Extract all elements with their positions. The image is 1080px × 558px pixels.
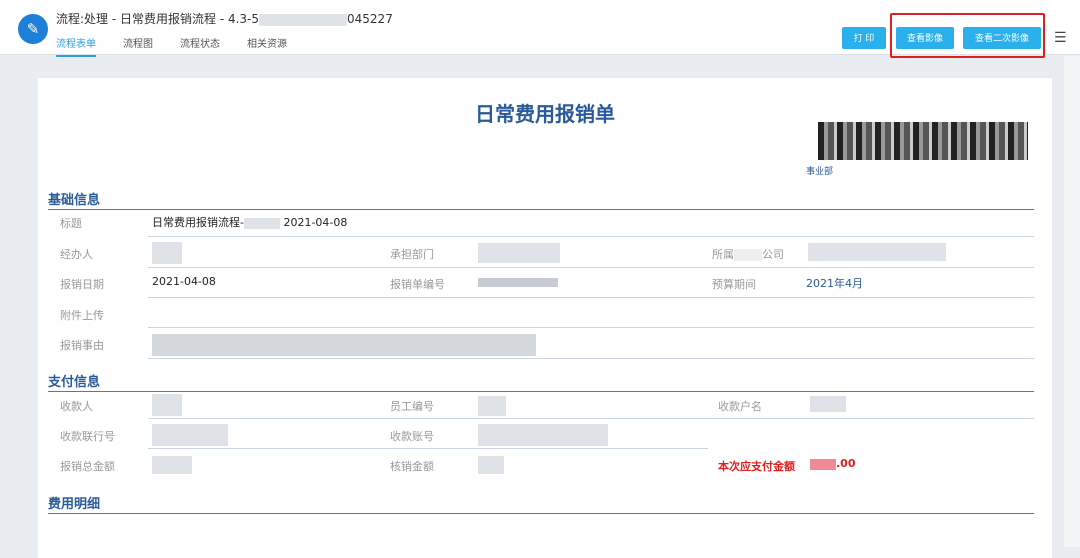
redacted-block — [152, 334, 536, 356]
tab-resources[interactable]: 相关资源 — [247, 35, 287, 57]
tab-bar: 流程表单 流程图 流程状态 相关资源 — [56, 35, 314, 57]
subject-label: 标题 — [60, 217, 82, 230]
title-prefix: 流程:处理 - 日常费用报销流程 - 4.3-5 — [56, 12, 260, 26]
redacted-block — [478, 424, 608, 446]
total-label: 报销总金额 — [60, 460, 115, 473]
date-value: 2021-04-08 — [152, 275, 216, 288]
scrollbar[interactable] — [1064, 56, 1080, 547]
redacted-block — [808, 243, 946, 261]
redacted-block — [810, 458, 836, 470]
date-label: 报销日期 — [60, 278, 104, 291]
redacted-block — [152, 424, 228, 446]
reason-label: 报销事由 — [60, 339, 104, 352]
tab-form[interactable]: 流程表单 — [56, 35, 96, 57]
number-label: 报销单编号 — [390, 278, 445, 291]
dept-field-label: 承担部门 — [390, 248, 434, 261]
redacted-block — [152, 394, 182, 416]
period-label: 预算期间 — [712, 278, 756, 291]
form-card: 日常费用报销单 事业部 基础信息 标题 日常费用报销流程- 2021-04-08… — [38, 78, 1052, 558]
page-title: 流程:处理 - 日常费用报销流程 - 4.3-5 045227 — [56, 10, 393, 27]
bank-no-label: 收款联行号 — [60, 430, 115, 443]
divider — [148, 267, 1034, 268]
company-label-a: 所属 — [712, 248, 734, 261]
attach-label: 附件上传 — [60, 309, 104, 322]
app-logo-icon: ✎ — [18, 14, 48, 44]
company-label-b: 公司 — [762, 248, 784, 261]
emp-no-label: 员工编号 — [390, 400, 434, 413]
subject-value: 日常费用报销流程- 2021-04-08 — [152, 214, 347, 230]
payee-label: 收款人 — [60, 400, 93, 413]
header: ✎ 流程:处理 - 日常费用报销流程 - 4.3-5 045227 流程表单 流程… — [0, 0, 1080, 58]
redacted-block — [478, 396, 506, 416]
redacted-block — [152, 456, 192, 474]
list-menu-icon[interactable]: ☰ — [1054, 30, 1067, 46]
divider — [148, 418, 1034, 419]
subject-prefix: 日常费用报销流程- — [152, 216, 244, 229]
divider — [148, 448, 708, 449]
redacted-block — [478, 278, 558, 287]
redacted-block — [259, 13, 348, 26]
company-label: 所属 公司 — [712, 246, 784, 262]
pay-label: 本次应支付金额 — [718, 460, 795, 473]
divider — [148, 327, 1034, 328]
redacted-block — [734, 249, 762, 261]
handler-label: 经办人 — [60, 248, 93, 261]
redacted-block — [810, 396, 846, 412]
account-label: 收款账号 — [390, 430, 434, 443]
dept-label: 事业部 — [806, 167, 834, 177]
barcode — [818, 122, 1028, 160]
redacted-block — [243, 217, 280, 229]
section-details: 费用明细 — [48, 493, 1034, 514]
tab-flowchart[interactable]: 流程图 — [123, 35, 153, 57]
account-name-label: 收款户名 — [718, 400, 762, 413]
tab-status[interactable]: 流程状态 — [180, 35, 220, 57]
pay-value: .00 — [810, 457, 856, 470]
pay-suffix: .00 — [836, 457, 856, 470]
redacted-block — [478, 456, 504, 474]
divider — [148, 297, 1034, 298]
section-payment: 支付信息 — [48, 371, 1034, 392]
title-suffix: 045227 — [347, 12, 393, 26]
redacted-block — [478, 243, 560, 263]
print-button[interactable]: 打 印 — [842, 27, 886, 49]
redacted-block — [152, 242, 182, 264]
highlight-box — [890, 13, 1045, 58]
writeoff-label: 核销金额 — [390, 460, 434, 473]
divider — [148, 236, 1034, 237]
divider — [148, 358, 1034, 359]
period-value: 2021年4月 — [806, 277, 863, 290]
subject-date: 2021-04-08 — [283, 216, 348, 229]
section-basic: 基础信息 — [48, 189, 1034, 210]
